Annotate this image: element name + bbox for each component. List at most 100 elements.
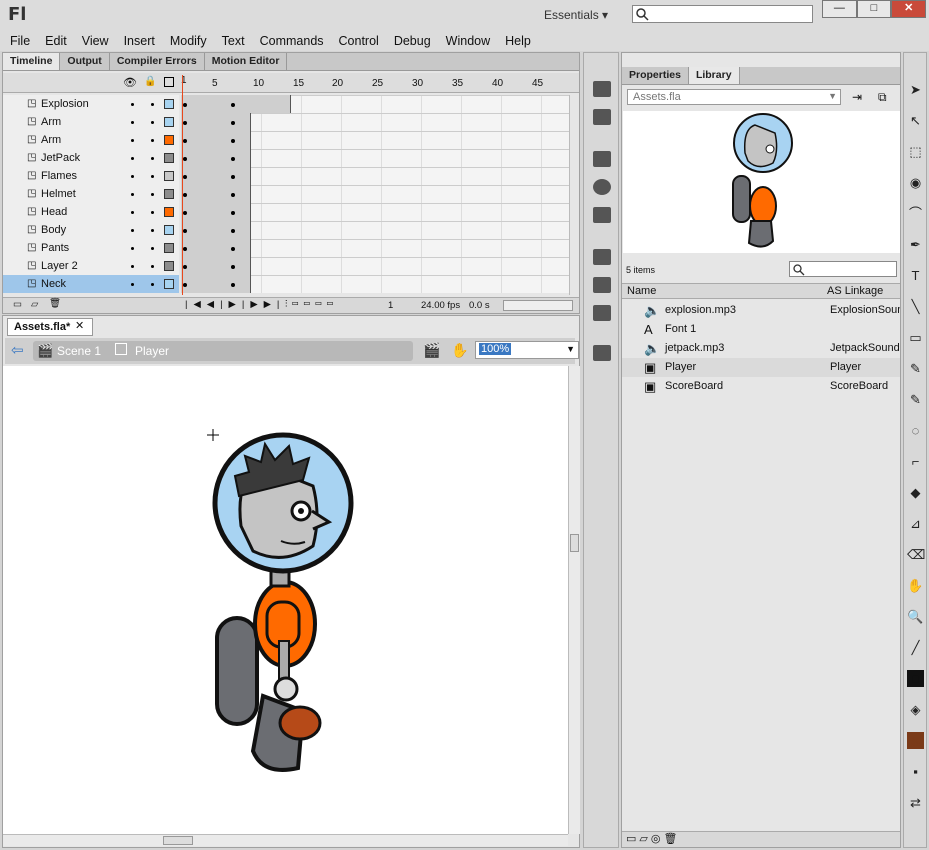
eyedropper-tool-icon[interactable]: ⊿ <box>907 515 924 532</box>
layer-name[interactable]: Pants <box>41 242 69 254</box>
library-item[interactable]: ▣ ScoreBoard ScoreBoard <box>622 377 900 396</box>
layer-name[interactable]: Flames <box>41 170 77 182</box>
pin-icon[interactable]: ⇥ <box>852 90 862 104</box>
layer-name[interactable]: Head <box>41 206 67 218</box>
lock-dot[interactable] <box>151 175 154 178</box>
hscroll-thumb[interactable] <box>163 836 193 845</box>
layer-color-swatch[interactable] <box>164 171 174 181</box>
layer-row[interactable]: ◳ Neck <box>3 275 179 293</box>
keyframe[interactable] <box>183 121 187 125</box>
visible-dot[interactable] <box>131 247 134 250</box>
deco-tool-icon[interactable]: ◌ <box>907 422 924 439</box>
lock-icon[interactable]: 🔒 <box>144 76 156 87</box>
keyframe[interactable] <box>183 157 187 161</box>
outline-icon[interactable] <box>164 77 174 87</box>
frame-span[interactable] <box>181 185 251 203</box>
timeline-hscroll[interactable] <box>503 300 573 311</box>
layer-row[interactable]: ◳ Arm <box>3 131 179 149</box>
edit-symbol-icon[interactable]: ✋ <box>451 342 468 359</box>
new-layer-icon[interactable]: ▭ <box>13 299 22 310</box>
frame-grid[interactable] <box>181 95 569 293</box>
lock-dot[interactable] <box>151 265 154 268</box>
keyframe[interactable] <box>231 103 235 107</box>
layer-name[interactable]: Layer 2 <box>41 260 78 272</box>
lock-dot[interactable] <box>151 157 154 160</box>
project-icon[interactable] <box>593 345 611 361</box>
layer-row[interactable]: ◳ Helmet <box>3 185 179 203</box>
zoom-select[interactable]: 100% ▼ <box>475 341 579 359</box>
library-actions[interactable]: ▭▱◎🗑 <box>626 832 680 845</box>
layer-row[interactable]: ◳ Layer 2 <box>3 257 179 275</box>
zoom-tool-icon[interactable]: 🔍 <box>907 608 924 625</box>
keyframe[interactable] <box>231 247 235 251</box>
align-icon[interactable] <box>593 151 611 167</box>
line-tool-icon[interactable]: ╲ <box>907 298 924 315</box>
onion-skin-icons[interactable]: ⫶▭▭▭▭ <box>285 299 338 310</box>
menu-modify[interactable]: Modify <box>170 34 207 48</box>
keyframe[interactable] <box>183 103 187 107</box>
layer-color-swatch[interactable] <box>164 135 174 145</box>
menu-control[interactable]: Control <box>339 34 379 48</box>
layer-color-swatch[interactable] <box>164 99 174 109</box>
keyframe[interactable] <box>231 265 235 269</box>
keyframe[interactable] <box>183 193 187 197</box>
info-icon[interactable] <box>593 179 611 195</box>
pen-tool-icon[interactable]: ✒ <box>907 236 924 253</box>
keyframe[interactable] <box>231 175 235 179</box>
maximize-button[interactable]: □ <box>856 0 892 18</box>
paint-bucket-tool-icon[interactable]: ◆ <box>907 484 924 501</box>
playback-controls[interactable]: |◀◀|▶|▶▶| <box>185 299 285 310</box>
layer-color-swatch[interactable] <box>164 189 174 199</box>
lock-dot[interactable] <box>151 103 154 106</box>
layer-row[interactable]: ◳ JetPack <box>3 149 179 167</box>
layer-row[interactable]: ◳ Arm <box>3 113 179 131</box>
motion-presets-icon[interactable] <box>593 305 611 321</box>
layer-row[interactable]: ◳ Body <box>3 221 179 239</box>
visible-dot[interactable] <box>131 283 134 286</box>
layer-row[interactable]: ◳ Flames <box>3 167 179 185</box>
keyframe[interactable] <box>231 211 235 215</box>
keyframe[interactable] <box>183 283 187 287</box>
stage-canvas[interactable] <box>3 366 568 834</box>
lock-dot[interactable] <box>151 121 154 124</box>
help-search-input[interactable] <box>632 5 813 23</box>
library-search-input[interactable] <box>789 261 897 277</box>
tab-output[interactable]: Output <box>60 53 110 70</box>
lock-dot[interactable] <box>151 139 154 142</box>
keyframe[interactable] <box>231 193 235 197</box>
keyframe[interactable] <box>183 175 187 179</box>
playhead[interactable] <box>182 75 183 295</box>
tab-compiler-errors[interactable]: Compiler Errors <box>110 53 205 70</box>
menu-window[interactable]: Window <box>446 34 490 48</box>
new-library-icon[interactable]: ⧉ <box>878 90 887 105</box>
layer-row[interactable]: ◳ Head <box>3 203 179 221</box>
menu-view[interactable]: View <box>82 34 109 48</box>
frame-span[interactable] <box>181 203 251 221</box>
rectangle-tool-icon[interactable]: ▭ <box>907 329 924 346</box>
back-arrow-icon[interactable]: ⇦ <box>11 341 24 359</box>
3d-rotation-tool-icon[interactable]: ◉ <box>907 174 924 191</box>
visible-dot[interactable] <box>131 103 134 106</box>
layer-row[interactable]: ◳ Pants <box>3 239 179 257</box>
layer-name[interactable]: Arm <box>41 116 61 128</box>
timeline-scrollbar[interactable] <box>569 95 579 295</box>
transform-icon[interactable] <box>593 207 611 223</box>
visible-dot[interactable] <box>131 193 134 196</box>
layer-color-swatch[interactable] <box>164 279 174 289</box>
close-tab-icon[interactable]: ✕ <box>75 319 84 332</box>
frame-span[interactable] <box>181 131 251 149</box>
player-symbol-art[interactable] <box>3 366 568 834</box>
breadcrumb-symbol[interactable]: Player <box>135 344 169 358</box>
frame-span[interactable] <box>181 149 251 167</box>
visible-dot[interactable] <box>131 229 134 232</box>
visible-dot[interactable] <box>131 211 134 214</box>
stroke-color-tool-icon[interactable]: ╱ <box>907 639 924 656</box>
library-item[interactable]: 🔈 explosion.mp3 ExplosionSound <box>622 301 900 320</box>
eye-icon[interactable]: 👁 <box>123 76 137 89</box>
subselection-tool-icon[interactable]: ↖ <box>907 112 924 129</box>
layer-color-swatch[interactable] <box>164 117 174 127</box>
keyframe[interactable] <box>231 229 235 233</box>
tab-timeline[interactable]: Timeline <box>3 53 61 70</box>
visible-dot[interactable] <box>131 265 134 268</box>
layer-color-swatch[interactable] <box>164 153 174 163</box>
